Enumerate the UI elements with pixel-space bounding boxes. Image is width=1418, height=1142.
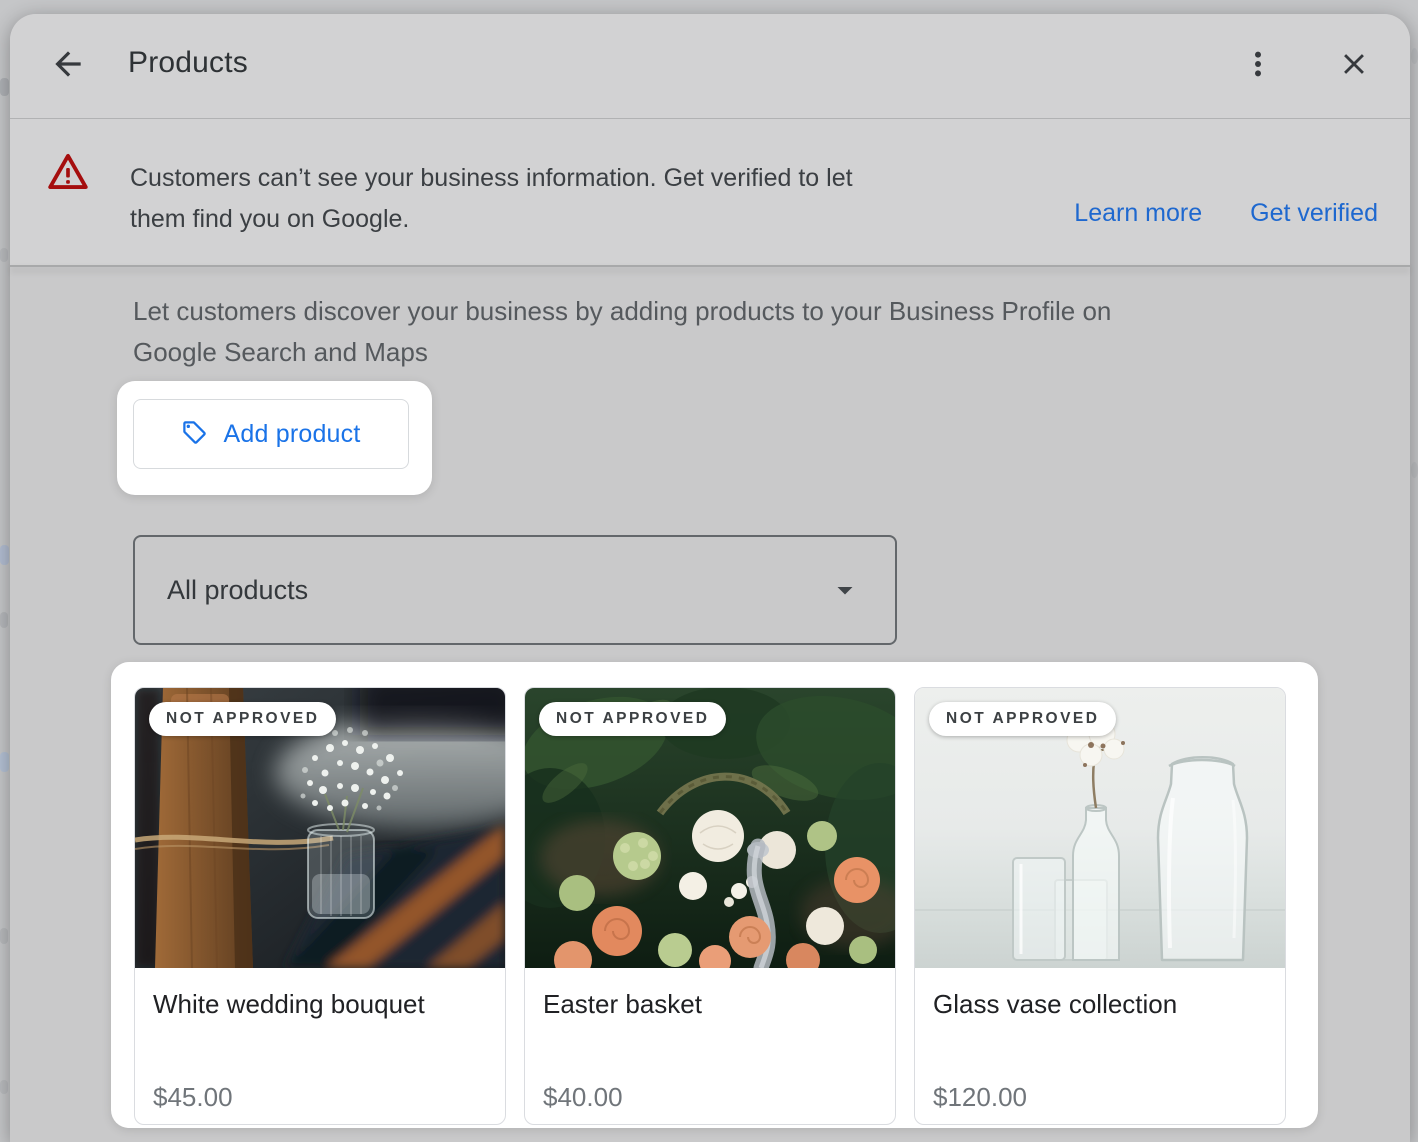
products-filter-dropdown[interactable]: All products <box>133 535 897 645</box>
header-divider <box>10 118 1410 119</box>
banner-links: Learn more Get verified <box>1074 199 1378 228</box>
learn-more-link[interactable]: Learn more <box>1074 199 1202 228</box>
close-button[interactable] <box>1332 42 1376 86</box>
background-page-fragment <box>1411 48 1418 64</box>
product-image: NOT APPROVED <box>915 688 1285 968</box>
product-name: White wedding bouquet <box>153 989 487 1020</box>
product-image: NOT APPROVED <box>525 688 895 968</box>
add-product-label: Add product <box>223 420 360 449</box>
background-page-fragment <box>0 248 8 262</box>
page-title: Products <box>128 46 248 80</box>
warning-triangle-icon <box>46 150 90 194</box>
back-button[interactable] <box>46 42 90 86</box>
kebab-menu-icon <box>1241 47 1275 81</box>
add-product-button[interactable]: Add product <box>133 399 409 469</box>
product-price: $45.00 <box>153 1082 487 1113</box>
product-price: $40.00 <box>543 1082 877 1113</box>
get-verified-link[interactable]: Get verified <box>1250 199 1378 228</box>
banner-line-2: them find you on Google. <box>130 199 853 240</box>
product-name: Easter basket <box>543 989 877 1020</box>
arrow-left-icon <box>49 45 87 83</box>
background-page-fragment <box>0 1080 8 1094</box>
product-price: $120.00 <box>933 1082 1267 1113</box>
background-page-fragment <box>0 928 8 944</box>
background-page-fragment <box>0 612 8 628</box>
background-page-fragment <box>0 78 9 96</box>
background-page-fragment <box>0 752 9 772</box>
background-page-fragment <box>1411 462 1418 478</box>
price-tag-icon <box>181 419 208 449</box>
product-card[interactable]: NOT APPROVED White wedding bouquet $45.0… <box>134 687 506 1125</box>
banner-divider <box>10 265 1410 267</box>
status-badge: NOT APPROVED <box>149 702 336 736</box>
intro-line-2: Google Search and Maps <box>133 332 1111 373</box>
dropdown-caret-icon <box>827 572 863 608</box>
verification-banner-text: Customers can’t see your business inform… <box>130 158 853 240</box>
product-card[interactable]: NOT APPROVED Easter basket $40.00 <box>524 687 896 1125</box>
product-card[interactable]: NOT APPROVED Glass vase collection $120.… <box>914 687 1286 1125</box>
product-name: Glass vase collection <box>933 989 1267 1020</box>
filter-selected-value: All products <box>167 575 308 606</box>
screen: Products Customers can’t see your busine… <box>0 0 1418 1142</box>
status-badge: NOT APPROVED <box>539 702 726 736</box>
status-badge: NOT APPROVED <box>929 702 1116 736</box>
product-card-list: NOT APPROVED White wedding bouquet $45.0… <box>134 687 1286 1125</box>
more-options-button[interactable] <box>1236 42 1280 86</box>
intro-line-1: Let customers discover your business by … <box>133 291 1111 332</box>
close-icon <box>1337 47 1371 81</box>
product-image: NOT APPROVED <box>135 688 505 968</box>
background-page-fragment <box>0 545 9 565</box>
intro-text: Let customers discover your business by … <box>133 291 1111 373</box>
banner-line-1: Customers can’t see your business inform… <box>130 158 853 199</box>
